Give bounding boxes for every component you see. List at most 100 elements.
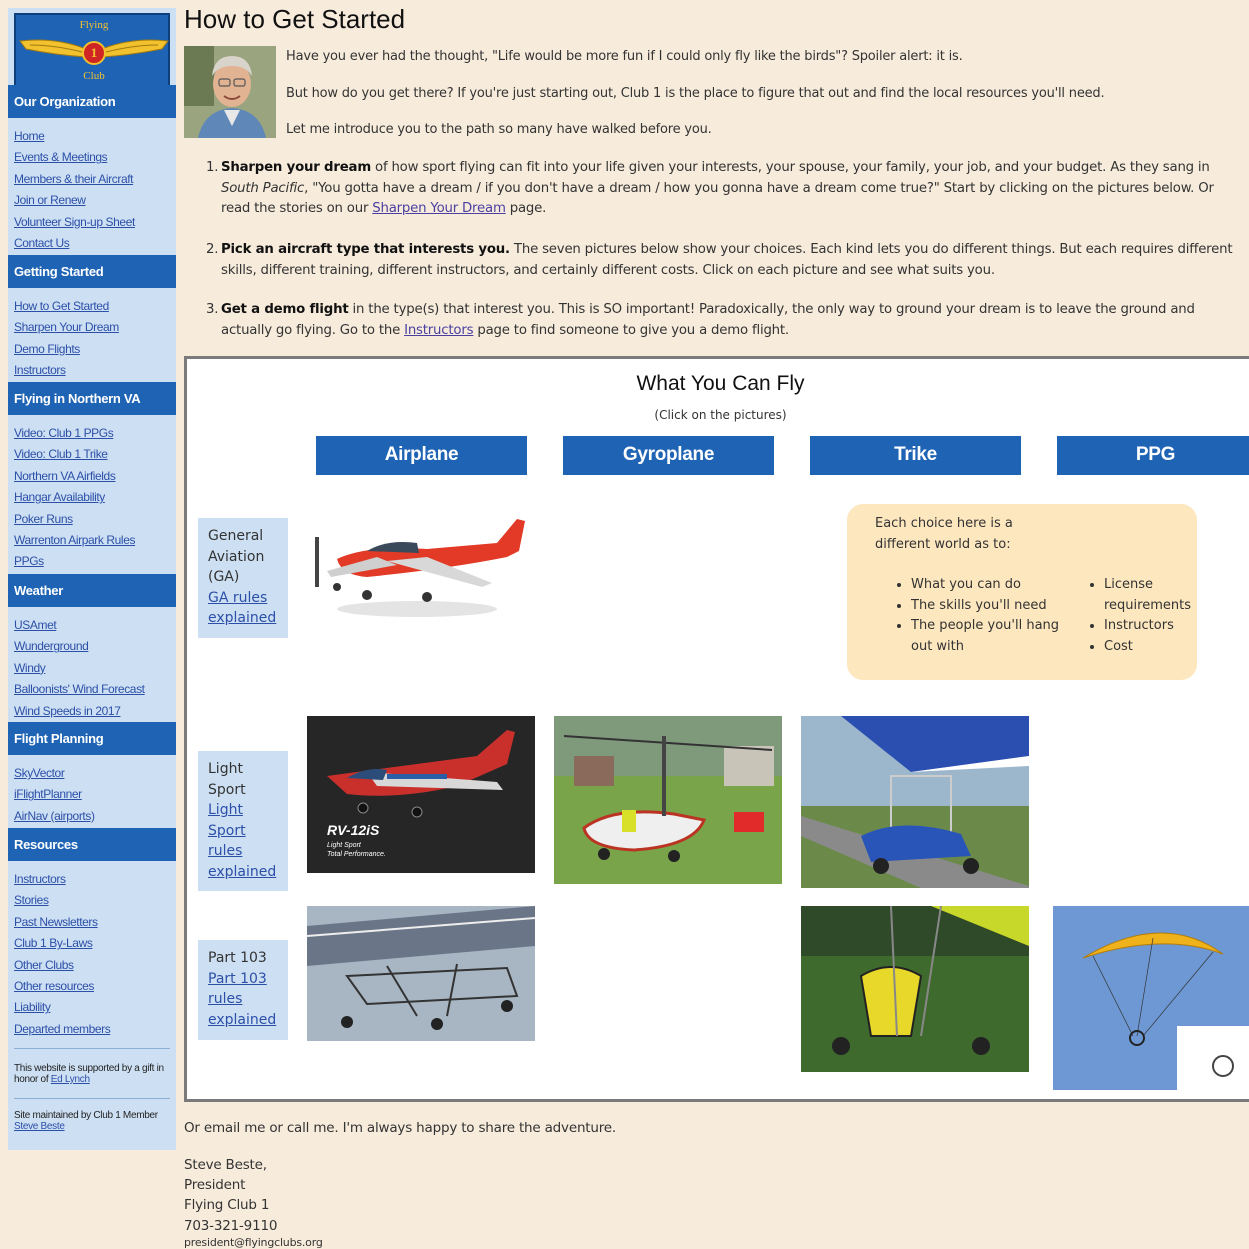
ultralight-icon bbox=[307, 906, 535, 1041]
nav-item: Balloonists' Wind Forecast bbox=[14, 678, 174, 699]
nav-link-balloonists[interactable]: Balloonists' Wind Forecast bbox=[14, 682, 145, 696]
nav-link-video-trike[interactable]: Video: Club 1 Trike bbox=[14, 447, 108, 461]
info-item: Instructors bbox=[1104, 616, 1194, 637]
link-line: explained bbox=[208, 863, 277, 880]
intro-line-2: But how do you get there? If you're just… bbox=[286, 86, 1105, 101]
nav-link-poker-runs[interactable]: Poker Runs bbox=[14, 512, 73, 526]
nav-link-usamet[interactable]: USAmet bbox=[14, 618, 57, 632]
nav-link-airnav[interactable]: AirNav (airports) bbox=[14, 809, 95, 823]
trike-photo[interactable] bbox=[801, 716, 1029, 888]
nav-link-iflightplanner[interactable]: iFlightPlanner bbox=[14, 787, 82, 801]
nav-list-flying-northern-va: Video: Club 1 PPGs Video: Club 1 Trike N… bbox=[14, 422, 174, 572]
nav-item: Other Clubs bbox=[14, 954, 174, 975]
ga-airplane-photo[interactable] bbox=[307, 499, 535, 629]
nav-link-hangar[interactable]: Hangar Availability bbox=[14, 490, 105, 504]
nav-link-join[interactable]: Join or Renew bbox=[14, 193, 86, 207]
nav-link-airfields[interactable]: Northern VA Airfields bbox=[14, 469, 116, 483]
step-1: 1. Sharpen your dream of how sport flyin… bbox=[206, 158, 1246, 216]
ultralight-photo[interactable] bbox=[307, 906, 535, 1041]
nav-link-how-to-get-started[interactable]: How to Get Started bbox=[14, 299, 109, 313]
rv-tagline-1: Light Sport bbox=[327, 842, 361, 849]
nav-link-events[interactable]: Events & Meetings bbox=[14, 150, 108, 164]
panel-subtitle: (Click on the pictures) bbox=[654, 408, 787, 422]
nav-link-warrenton-rules[interactable]: Warrenton Airpark Rules bbox=[14, 533, 135, 547]
trike-button[interactable]: Trike bbox=[810, 436, 1021, 475]
category-label: Light bbox=[208, 761, 243, 777]
nav-link-other-resources[interactable]: Other resources bbox=[14, 979, 94, 993]
nav-item: Stories bbox=[14, 889, 174, 910]
nav-link-contact[interactable]: Contact Us bbox=[14, 236, 70, 250]
nav-link-liability[interactable]: Liability bbox=[14, 1000, 51, 1014]
nav-link-ppgs[interactable]: PPGs bbox=[14, 554, 44, 568]
nav-link-bylaws[interactable]: Club 1 By-Laws bbox=[14, 936, 93, 950]
gyroplane-button[interactable]: Gyroplane bbox=[563, 436, 774, 475]
nav-link-volunteer[interactable]: Volunteer Sign-up Sheet bbox=[14, 215, 135, 229]
nav-item: Demo Flights bbox=[14, 338, 174, 359]
nav-item: Instructors bbox=[14, 868, 174, 889]
link-line: explained bbox=[208, 610, 277, 626]
step-text: of how sport flying can fit into your li… bbox=[370, 160, 1210, 175]
gyroplane-photo[interactable] bbox=[554, 716, 782, 884]
info-item: The skills you'll need bbox=[911, 596, 1061, 617]
nav-item: Join or Renew bbox=[14, 189, 174, 210]
nav-link-demo-flights[interactable]: Demo Flights bbox=[14, 342, 80, 356]
step-number: 2. bbox=[206, 242, 219, 257]
link-line: GA rules bbox=[208, 589, 268, 606]
info-list-left: What you can do The skills you'll need T… bbox=[891, 575, 1061, 657]
nav-link-sharpen-dream[interactable]: Sharpen Your Dream bbox=[14, 320, 119, 334]
support-note: This website is supported by a gift in h… bbox=[14, 1063, 170, 1085]
ppg-button[interactable]: PPG bbox=[1057, 436, 1249, 475]
nav-list-our-organization: Home Events & Meetings Members & their A… bbox=[14, 125, 174, 253]
nav-link-wind-speeds[interactable]: Wind Speeds in 2017 bbox=[14, 704, 121, 718]
nav-link-other-clubs[interactable]: Other Clubs bbox=[14, 958, 74, 972]
light-sport-rules-link[interactable]: Light Sport rules explained bbox=[208, 800, 288, 882]
nav-item: Poker Runs bbox=[14, 508, 174, 529]
signature-email[interactable]: president@flyingclubs.org bbox=[184, 1236, 323, 1249]
signature-role: President bbox=[184, 1177, 246, 1193]
nav-link-stories[interactable]: Stories bbox=[14, 893, 49, 907]
nav-item: Northern VA Airfields bbox=[14, 465, 174, 486]
instructors-link[interactable]: Instructors bbox=[404, 323, 473, 338]
ga-rules-link[interactable]: GA rules explained bbox=[208, 588, 288, 629]
signature-name: Steve Beste, bbox=[184, 1157, 267, 1173]
nav-link-res-instructors[interactable]: Instructors bbox=[14, 872, 66, 886]
nav-item: Wunderground bbox=[14, 635, 174, 656]
maintainer-link[interactable]: Steve Beste bbox=[14, 1121, 65, 1132]
nav-link-home[interactable]: Home bbox=[14, 129, 45, 143]
club-logo[interactable]: Flying 1 Club bbox=[14, 13, 170, 87]
nav-item: Liability bbox=[14, 996, 174, 1017]
nav-item: Volunteer Sign-up Sheet bbox=[14, 211, 174, 232]
ppg-photo[interactable] bbox=[1053, 906, 1249, 1090]
nav-list-resources: Instructors Stories Past Newsletters Clu… bbox=[14, 868, 174, 1039]
nav-link-video-ppgs[interactable]: Video: Club 1 PPGs bbox=[14, 426, 114, 440]
nav-item: Events & Meetings bbox=[14, 146, 174, 167]
ultralight-trike-photo[interactable] bbox=[801, 906, 1029, 1072]
nav-item: Club 1 By-Laws bbox=[14, 932, 174, 953]
nav-link-members[interactable]: Members & their Aircraft bbox=[14, 172, 134, 186]
nav-link-windy[interactable]: Windy bbox=[14, 661, 46, 675]
signature-phone: 703-321-9110 bbox=[184, 1218, 278, 1234]
nav-item: Windy bbox=[14, 657, 174, 678]
nav-link-newsletters[interactable]: Past Newsletters bbox=[14, 915, 98, 929]
part-103-rules-link[interactable]: Part 103 rules explained bbox=[208, 969, 288, 1031]
nav-link-wunderground[interactable]: Wunderground bbox=[14, 639, 89, 653]
link-line: rules bbox=[208, 991, 243, 1007]
sharpen-dream-link[interactable]: Sharpen Your Dream bbox=[372, 201, 506, 216]
nav-link-instructors[interactable]: Instructors bbox=[14, 363, 66, 377]
nav-item: Hangar Availability bbox=[14, 486, 174, 507]
light-sport-airplane-photo[interactable]: RV-12iS Light Sport Total Performance. bbox=[307, 716, 535, 873]
airplane-icon bbox=[307, 716, 535, 873]
nav-link-departed[interactable]: Departed members bbox=[14, 1022, 111, 1036]
nav-link-skyvector[interactable]: SkyVector bbox=[14, 766, 65, 780]
intro-line-1: Have you ever had the thought, "Life wou… bbox=[286, 49, 963, 64]
category-label: (GA) bbox=[208, 569, 240, 585]
step-number: 1. bbox=[206, 160, 219, 175]
airplane-button[interactable]: Airplane bbox=[316, 436, 527, 475]
portrait-icon bbox=[184, 46, 276, 138]
category-general-aviation: General Aviation (GA) GA rules explained bbox=[198, 518, 288, 638]
link-line: explained bbox=[208, 1011, 277, 1028]
logo-top-text: Flying bbox=[79, 19, 109, 31]
nav-header-our-organization: Our Organization bbox=[8, 85, 176, 118]
info-item: Cost bbox=[1104, 637, 1194, 658]
support-link[interactable]: Ed Lynch bbox=[51, 1074, 90, 1085]
